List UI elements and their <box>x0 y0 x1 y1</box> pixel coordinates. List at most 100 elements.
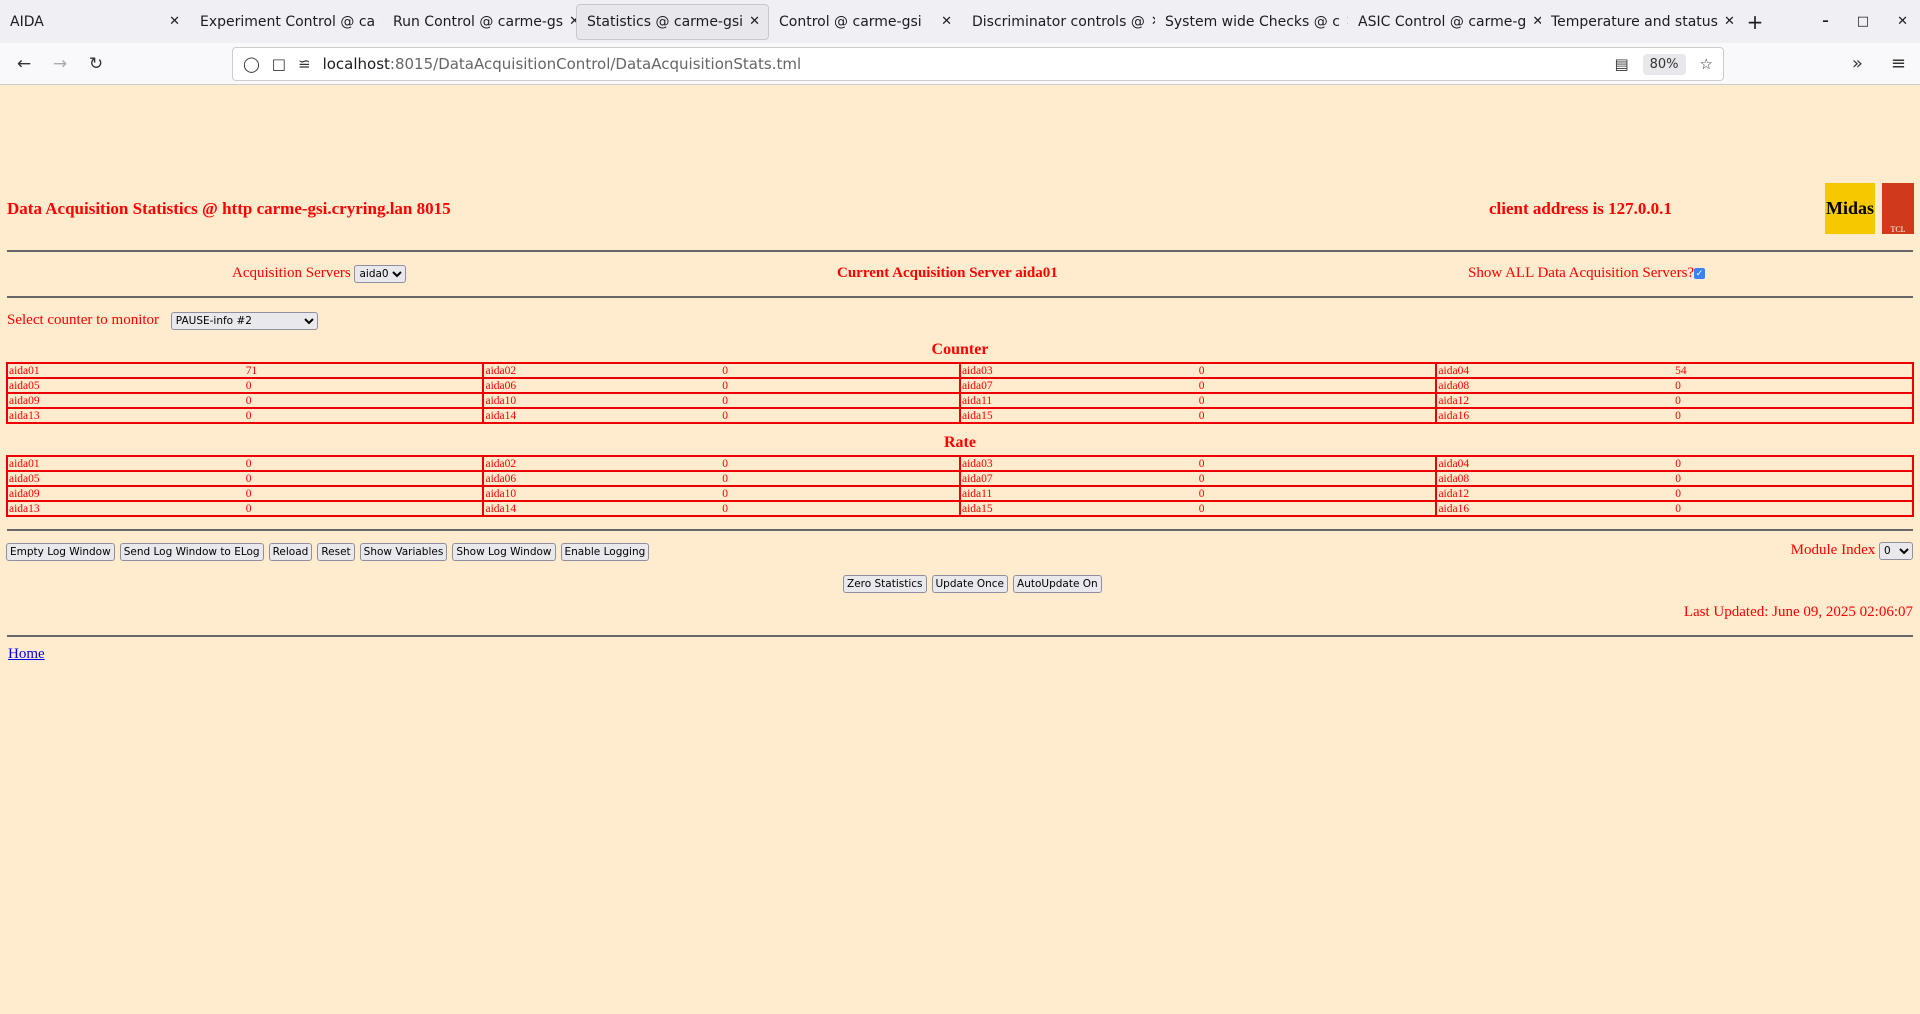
close-tab-icon[interactable]: ✕ <box>569 14 576 29</box>
server-value: 0 <box>721 500 961 517</box>
tab-label: ASIC Control @ carme-g <box>1358 13 1527 30</box>
server-name: aida11 <box>958 392 1198 409</box>
close-tab-icon[interactable]: ✕ <box>1532 14 1541 29</box>
server-name: aida15 <box>958 407 1198 424</box>
tab[interactable]: ASIC Control @ carme-g ✕ <box>1348 4 1541 40</box>
module-index-label: Module Index <box>1790 542 1876 558</box>
server-name: aida08 <box>1435 470 1675 487</box>
server-value: 0 <box>1674 455 1914 472</box>
table-row: aida13 0 aida14 0 aida15 0 aida16 0 <box>6 500 1914 517</box>
counter-select[interactable]: PAUSE-info #2 <box>170 312 318 330</box>
server-name: aida03 <box>958 455 1198 472</box>
divider <box>7 529 1913 531</box>
server-name: aida13 <box>6 500 245 517</box>
bookmark-star-icon[interactable]: ☆ <box>1700 55 1713 73</box>
reload-icon[interactable]: ↻ <box>78 54 114 74</box>
home-link[interactable]: Home <box>8 646 45 663</box>
tab[interactable]: Statistics @ carme-gsi ✕ <box>576 3 769 40</box>
send-log-window-to-elog-button[interactable]: Send Log Window to ELog <box>119 543 264 561</box>
reset-button[interactable]: Reset <box>317 543 355 561</box>
server-name: aida09 <box>6 392 245 409</box>
server-value: 0 <box>1674 407 1914 424</box>
tab[interactable]: Temperature and status ✕ <box>1541 4 1734 40</box>
close-tab-icon[interactable]: ✕ <box>169 14 180 29</box>
server-value: 0 <box>1674 470 1914 487</box>
server-value: 71 <box>244 362 485 379</box>
stat-buttons: Zero Statistics Update Once AutoUpdate On <box>843 575 1102 593</box>
close-tab-icon[interactable]: ✕ <box>941 14 952 29</box>
server-name: aida10 <box>482 392 722 409</box>
server-value: 0 <box>721 455 961 472</box>
server-name: aida16 <box>1435 500 1675 517</box>
nav-bar: ← → ↻ ◯ □ ≌ localhost:8015/DataAcquisiti… <box>0 43 1920 85</box>
last-updated: Last Updated: June 09, 2025 02:06:07 <box>1683 604 1913 620</box>
server-value: 0 <box>244 500 485 517</box>
server-name: aida01 <box>6 362 245 379</box>
zero-statistics-button[interactable]: Zero Statistics <box>843 575 927 593</box>
show-variables-button[interactable]: Show Variables <box>359 543 448 561</box>
tab[interactable]: Run Control @ carme-gs ✕ <box>383 4 576 40</box>
close-window-icon[interactable]: ✕ <box>1897 14 1908 29</box>
show-log-window-button[interactable]: Show Log Window <box>452 543 556 561</box>
table-row: aida05 0 aida06 0 aida07 0 aida08 0 <box>6 470 1914 487</box>
close-tab-icon[interactable]: ✕ <box>749 14 760 29</box>
server-value: 0 <box>244 377 485 394</box>
minimize-icon[interactable]: – <box>1822 14 1829 29</box>
enable-logging-button[interactable]: Enable Logging <box>560 543 650 561</box>
server-name: aida03 <box>958 362 1198 379</box>
client-address: client address is 127.0.0.1 <box>1489 199 1672 218</box>
page-title: Data Acquisition Statistics @ http carme… <box>7 199 451 218</box>
reload-button[interactable]: Reload <box>268 543 313 561</box>
close-tab-icon[interactable]: ✕ <box>1724 14 1734 29</box>
overflow-icon[interactable]: » <box>1852 53 1863 74</box>
server-name: aida05 <box>6 377 245 394</box>
server-value: 0 <box>1674 377 1914 394</box>
acq-servers-label: Acquisition Servers <box>232 265 351 281</box>
menu-icon[interactable]: ≡ <box>1891 53 1906 74</box>
table-row: aida09 0 aida10 0 aida11 0 aida12 0 <box>6 392 1914 409</box>
permissions-icon[interactable]: ≌ <box>298 55 311 73</box>
server-name: aida06 <box>482 377 722 394</box>
server-value: 0 <box>244 392 485 409</box>
update-once-button[interactable]: Update Once <box>931 575 1009 593</box>
divider <box>7 296 1913 298</box>
server-name: aida07 <box>958 377 1198 394</box>
tab[interactable]: Experiment Control @ ca✕ <box>190 4 383 40</box>
forward-icon[interactable]: → <box>42 54 78 74</box>
module-index-select[interactable]: 0 <box>1879 542 1913 560</box>
acq-servers-select[interactable]: aida01 <box>354 265 407 283</box>
server-value: 0 <box>244 470 485 487</box>
new-tab-icon[interactable]: + <box>1740 10 1770 34</box>
rate-table: aida01 0 aida02 0 aida03 0 aida04 0 aida05 0 aida0… <box>6 455 1914 517</box>
tab-label: Statistics @ carme-gsi <box>587 13 744 30</box>
server-name: aida04 <box>1435 455 1675 472</box>
zoom-level[interactable]: 80% <box>1642 53 1686 75</box>
server-name: aida14 <box>482 500 722 517</box>
maximize-icon[interactable]: □ <box>1857 14 1869 29</box>
back-icon[interactable]: ← <box>6 54 42 74</box>
tab-label: Discriminator controls @ <box>972 13 1145 30</box>
url-bar[interactable]: ◯ □ ≌ localhost:8015/DataAcquisitionCont… <box>232 47 1724 81</box>
tcl-logo: TCL <box>1882 183 1914 234</box>
tab-label: Run Control @ carme-gs <box>393 13 564 30</box>
counter-heading: Counter <box>931 341 989 358</box>
midas-logo: Midas <box>1825 183 1875 234</box>
server-name: aida16 <box>1435 407 1675 424</box>
server-name: aida02 <box>482 455 722 472</box>
server-value: 0 <box>1197 455 1438 472</box>
counter-table: aida01 71 aida02 0 aida03 0 aida04 54 aida05 0 aid… <box>6 362 1914 424</box>
server-value: 0 <box>1197 392 1438 409</box>
server-value: 0 <box>721 470 961 487</box>
show-all-checkbox[interactable]: ✓ <box>1694 268 1706 280</box>
tab-label: Experiment Control @ ca <box>200 13 376 30</box>
server-value: 0 <box>1674 485 1914 502</box>
tab[interactable]: Discriminator controls @✕ <box>962 4 1155 40</box>
tab[interactable]: Control @ carme-gsi ✕ <box>769 4 962 40</box>
server-value: 0 <box>721 392 961 409</box>
tab[interactable]: AIDA ✕ <box>0 4 190 40</box>
empty-log-window-button[interactable]: Empty Log Window <box>6 543 115 561</box>
server-name: aida06 <box>482 470 722 487</box>
autoupdate-on-button[interactable]: AutoUpdate On <box>1013 575 1102 593</box>
tab[interactable]: System wide Checks @ c✕ <box>1155 4 1348 40</box>
reader-view-icon[interactable]: ▤ <box>1614 55 1628 73</box>
